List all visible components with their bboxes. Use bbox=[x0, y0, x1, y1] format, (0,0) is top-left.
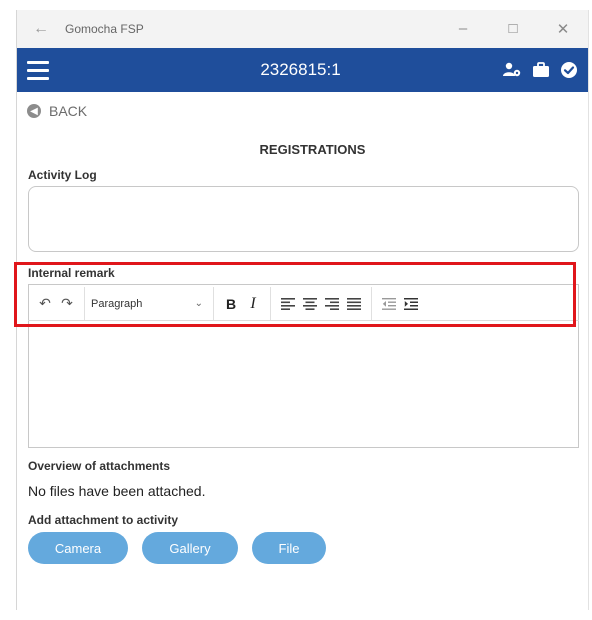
app-window: ← Gomocha FSP – □ ✕ 2326815:1 ◀ BACK REG… bbox=[16, 10, 589, 610]
window-title: Gomocha FSP bbox=[65, 22, 144, 36]
camera-button[interactable]: Camera bbox=[28, 532, 128, 564]
style-group: B I bbox=[214, 287, 271, 320]
align-center-icon[interactable] bbox=[299, 297, 321, 310]
chevron-down-icon: ⌄ bbox=[194, 298, 203, 309]
add-attachment-label: Add attachment to activity bbox=[28, 513, 179, 527]
internal-remark-label: Internal remark bbox=[28, 266, 115, 280]
window-titlebar: ← Gomocha FSP – □ ✕ bbox=[17, 10, 588, 48]
activity-log-label: Activity Log bbox=[28, 168, 97, 182]
check-circle-icon[interactable] bbox=[560, 61, 578, 79]
attachment-buttons: Camera Gallery File bbox=[28, 532, 326, 564]
window-controls: – □ ✕ bbox=[438, 20, 588, 38]
redo-icon[interactable]: ↷ bbox=[56, 295, 78, 312]
no-attachments-text: No files have been attached. bbox=[28, 483, 206, 499]
window-back-icon[interactable]: ← bbox=[17, 20, 65, 38]
indent-icon[interactable] bbox=[400, 297, 422, 310]
briefcase-icon[interactable] bbox=[532, 62, 550, 78]
file-button[interactable]: File bbox=[252, 532, 326, 564]
gallery-button[interactable]: Gallery bbox=[142, 532, 238, 564]
italic-icon[interactable]: I bbox=[242, 295, 264, 313]
maximize-icon[interactable]: □ bbox=[488, 20, 538, 38]
undo-icon[interactable]: ↶ bbox=[34, 295, 56, 312]
bold-icon[interactable]: B bbox=[220, 296, 242, 312]
back-label: BACK bbox=[49, 103, 88, 119]
page-title: REGISTRATIONS bbox=[259, 142, 366, 157]
align-left-icon[interactable] bbox=[277, 297, 299, 310]
outdent-icon[interactable] bbox=[378, 297, 400, 310]
header-title: 2326815:1 bbox=[260, 60, 341, 79]
user-settings-icon[interactable] bbox=[502, 62, 522, 78]
align-justify-icon[interactable] bbox=[343, 297, 365, 310]
app-header: 2326815:1 bbox=[17, 48, 588, 92]
activity-log-field[interactable] bbox=[28, 186, 579, 252]
menu-icon[interactable] bbox=[17, 60, 59, 80]
attachments-overview-label: Overview of attachments bbox=[28, 459, 171, 473]
header-actions bbox=[502, 61, 588, 79]
paragraph-format-select[interactable]: Paragraph ⌄ bbox=[91, 298, 207, 310]
history-group: ↶ ↷ bbox=[28, 287, 85, 320]
close-icon[interactable]: ✕ bbox=[538, 20, 588, 38]
paragraph-format-value: Paragraph bbox=[91, 297, 143, 310]
editor-toolbar: ↶ ↷ Paragraph ⌄ B I bbox=[28, 287, 579, 321]
align-right-icon[interactable] bbox=[321, 297, 343, 310]
format-group: Paragraph ⌄ bbox=[85, 287, 214, 320]
align-group bbox=[271, 287, 372, 320]
back-arrow-icon: ◀ bbox=[27, 104, 41, 118]
minimize-icon[interactable]: – bbox=[438, 20, 488, 38]
indent-group bbox=[372, 287, 428, 320]
back-link[interactable]: ◀ BACK bbox=[27, 103, 87, 119]
